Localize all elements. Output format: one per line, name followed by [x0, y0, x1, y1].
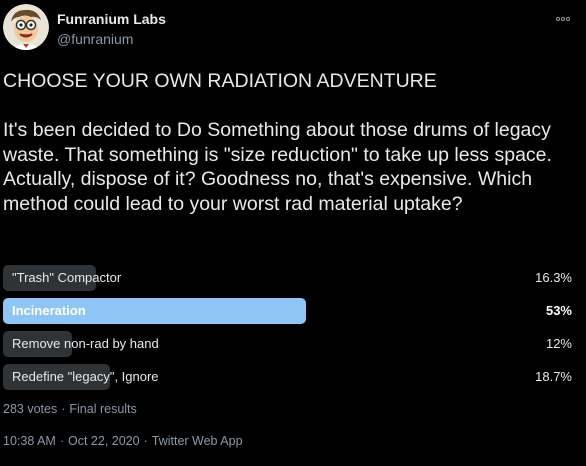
poll-option: Remove non-rad by hand 12%: [3, 331, 574, 357]
tweet-headline: CHOOSE YOUR OWN RADIATION ADVENTURE: [3, 70, 437, 92]
tweet-time[interactable]: 10:38 AM: [3, 434, 56, 448]
poll-option-percent: 53%: [545, 303, 572, 318]
poll-option: Redefine "legacy", Ignore 18.7%: [3, 364, 574, 390]
poll-option-label: Incineration: [12, 303, 86, 318]
poll-option-label: "Trash" Compactor: [12, 270, 122, 285]
tweet-text: CHOOSE YOUR OWN RADIATION ADVENTURE It's…: [3, 69, 563, 216]
poll-option-percent: 12%: [545, 336, 572, 351]
tweet-card: Funranium Labs @funranium CHOOSE YOUR OW…: [0, 0, 586, 466]
cartoon-scientist-avatar-icon: [3, 4, 49, 50]
tweet-date[interactable]: Oct 22, 2020: [68, 434, 140, 448]
poll-option: "Trash" Compactor 16.3%: [3, 265, 574, 291]
poll-option: Incineration 53%: [3, 298, 574, 324]
tweet-body: It's been decided to Do Something about …: [3, 119, 552, 215]
more-options-icon[interactable]: [554, 10, 572, 28]
poll-option-percent: 16.3%: [535, 270, 572, 285]
poll-option-percent: 18.7%: [535, 369, 572, 384]
avatar[interactable]: [3, 4, 49, 50]
author-handle[interactable]: @funranium: [57, 31, 133, 47]
poll: "Trash" Compactor 16.3% Incineration 53% Rem…: [3, 265, 574, 397]
poll-option-label: Remove non-rad by hand: [12, 336, 159, 351]
tweet-source[interactable]: Twitter Web App: [152, 434, 243, 448]
poll-option-label: Redefine "legacy", Ignore: [12, 369, 159, 384]
poll-status: Final results: [69, 402, 137, 416]
poll-meta: 283 votes · Final results: [3, 402, 137, 416]
author-name[interactable]: Funranium Labs: [57, 11, 166, 27]
timestamp-line: 10:38 AM · Oct 22, 2020 · Twitter Web App: [3, 434, 243, 448]
vote-count: 283 votes: [3, 402, 58, 416]
